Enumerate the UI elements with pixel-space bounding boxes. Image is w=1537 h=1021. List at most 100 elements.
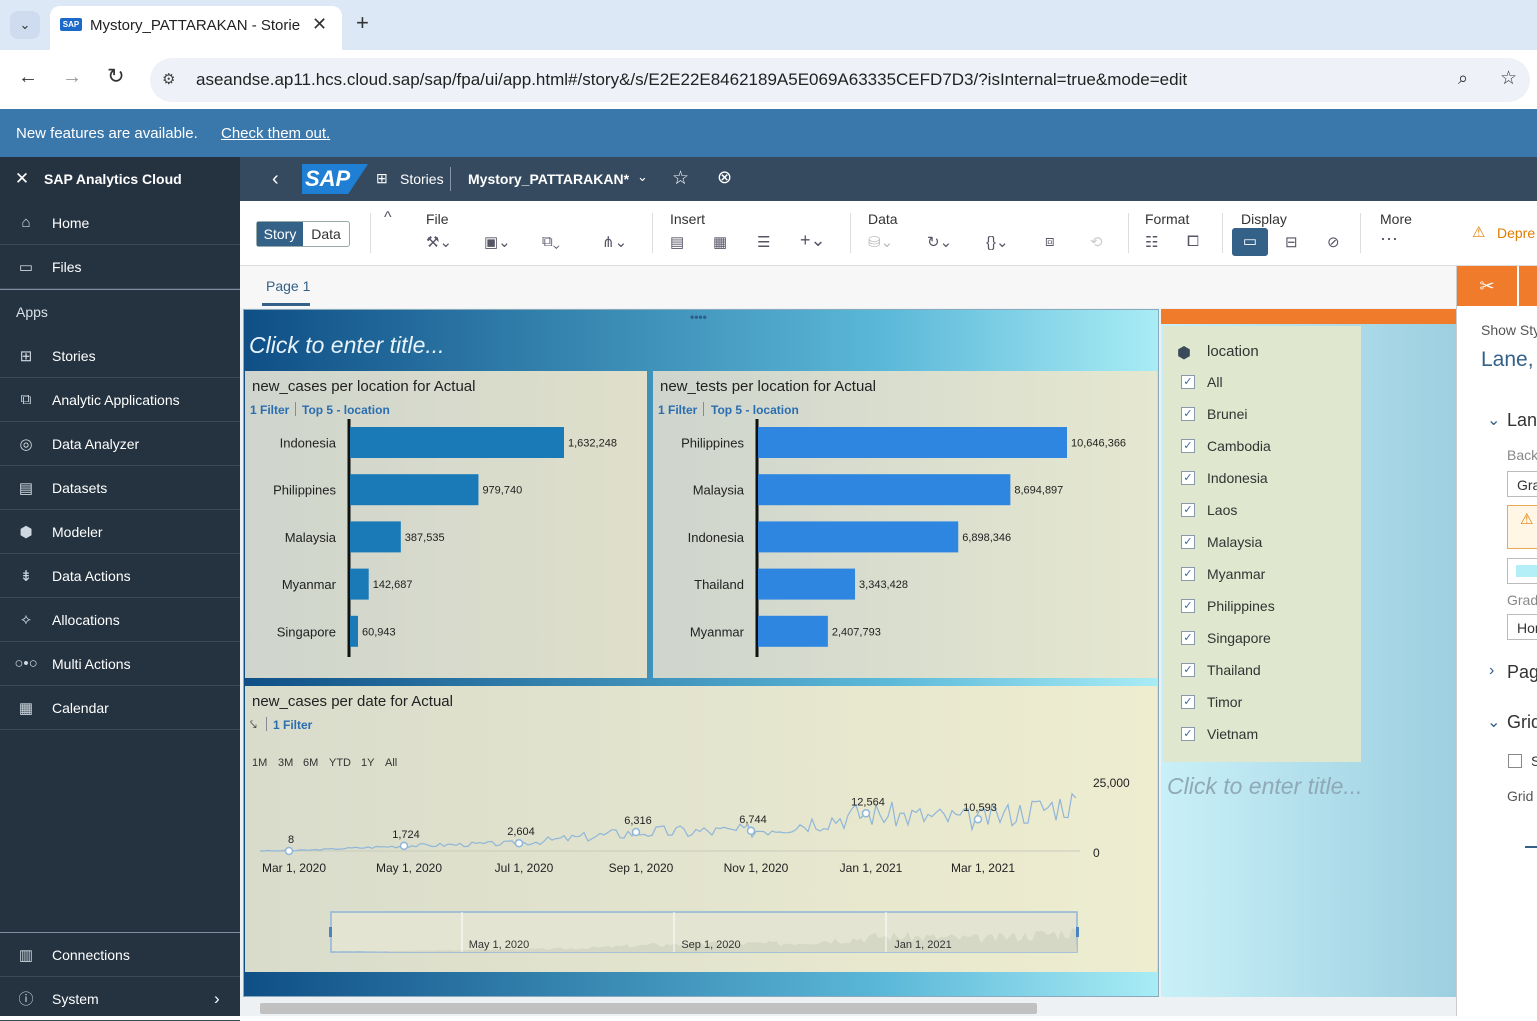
bar[interactable] — [350, 427, 564, 458]
gradient-color-picker[interactable] — [1507, 558, 1537, 584]
sidebar-item-files[interactable]: ▭ Files — [0, 245, 240, 289]
sidebar-item-modeler[interactable]: ⬢ Modeler — [0, 510, 240, 554]
filter-checkbox[interactable]: ✓ — [1181, 503, 1195, 517]
insert-add-icon[interactable]: +⌄ — [800, 230, 826, 251]
data-point[interactable] — [746, 826, 756, 836]
page-tab[interactable]: Page 1 — [266, 278, 310, 294]
history-icon[interactable]: ⟲ — [1090, 233, 1103, 251]
display-layout-icon[interactable]: ⊟ — [1285, 233, 1298, 251]
range-button-1y[interactable]: 1Y — [361, 757, 374, 769]
filter-checkbox[interactable]: ✓ — [1181, 439, 1195, 453]
tools-icon[interactable]: ⚒⌄ — [426, 233, 452, 251]
save-icon[interactable]: ▣⌄ — [484, 233, 511, 251]
filter-checkbox[interactable]: ✓ — [1181, 599, 1195, 613]
insert-table-icon[interactable]: ▦ — [713, 233, 727, 251]
data-point[interactable] — [514, 838, 524, 848]
data-point[interactable] — [861, 809, 871, 818]
lane-section-label[interactable]: Lan — [1507, 410, 1537, 431]
sidebar-item-multi-actions[interactable]: ○•○ Multi Actions — [0, 642, 240, 686]
story-name[interactable]: Mystory_PATTARAKAN* — [468, 171, 629, 187]
zoom-icon[interactable]: ⌕ — [1458, 68, 1468, 89]
filter-checkbox[interactable]: ✓ — [1181, 407, 1195, 421]
refresh-icon[interactable]: ↻⌄ — [927, 233, 952, 251]
bookmark-star-icon[interactable]: ☆ — [1500, 67, 1517, 90]
range-button-1m[interactable]: 1M — [252, 757, 267, 769]
insert-control-icon[interactable]: ☰ — [757, 233, 770, 251]
chart1-topn-chip[interactable]: Top 5 - location — [302, 403, 390, 417]
second-title-placeholder[interactable]: Click to enter title... — [1167, 773, 1363, 800]
story-menu-chevron-icon[interactable]: ⌄ — [637, 169, 648, 185]
close-nav-icon[interactable]: ✕ — [0, 169, 44, 189]
bar[interactable] — [758, 427, 1067, 458]
filter-checkbox[interactable]: ✓ — [1181, 567, 1195, 581]
close-tab-icon[interactable]: ✕ — [312, 14, 327, 35]
page-section-label[interactable]: Pag — [1507, 662, 1537, 683]
grid-section-label[interactable]: Grid — [1507, 712, 1537, 733]
chart1-filter-chip[interactable]: 1 Filter — [250, 403, 289, 417]
sidebar-item-data-actions[interactable]: ⇟ Data Actions — [0, 554, 240, 598]
data-toggle-button[interactable]: Data — [303, 222, 349, 246]
sidebar-item-stories[interactable]: ⊞ Stories — [0, 334, 240, 378]
bar[interactable] — [758, 474, 1011, 506]
range-button-all[interactable]: All — [385, 757, 397, 769]
data-point[interactable] — [399, 841, 409, 851]
main-title-placeholder[interactable]: Click to enter title... — [249, 332, 445, 359]
grid-expand-icon[interactable]: ⌄ — [1487, 712, 1500, 732]
horizontal-scrollbar[interactable] — [240, 1001, 1456, 1016]
browser-tab[interactable]: SAP Mystory_PATTARAKAN - Stories ✕ — [50, 6, 342, 50]
sidebar-item-datasets[interactable]: ▤ Datasets — [0, 466, 240, 510]
data-point[interactable] — [631, 827, 641, 837]
format-styling-icon[interactable]: ☷ — [1145, 233, 1158, 251]
sidebar-item-data-analyzer[interactable]: ◎ Data Analyzer — [0, 422, 240, 466]
more-icon[interactable]: ⋯ — [1380, 229, 1398, 250]
range-button-3m[interactable]: 3M — [278, 757, 293, 769]
range-button-ytd[interactable]: YTD — [329, 757, 351, 769]
data-point[interactable] — [284, 846, 294, 856]
display-comment-icon[interactable]: ▭ — [1232, 228, 1268, 256]
sidebar-item-analytic-applications[interactable]: ⧉ Analytic Applications — [0, 378, 240, 422]
chart-new-cases-per-date[interactable]: new_cases per date for Actual ⤥ 1 Filter… — [245, 686, 1157, 972]
scrollbar-thumb[interactable] — [260, 1003, 1037, 1014]
collapse-toolbar-icon[interactable]: ^ — [384, 209, 392, 227]
favorite-star-icon[interactable]: ☆ — [672, 167, 689, 190]
sap-logo[interactable]: SAP — [302, 164, 368, 194]
address-bar[interactable]: ⚙ aseandse.ap11.hcs.cloud.sap/sap/fpa/ui… — [150, 58, 1530, 102]
format-device-icon[interactable]: ⧠ — [1187, 233, 1199, 250]
gradient-direction-select[interactable]: Hor — [1507, 614, 1537, 640]
sidebar-item-allocations[interactable]: ⟡ Allocations — [0, 598, 240, 642]
bar[interactable] — [758, 568, 856, 600]
filter-checkbox[interactable]: ✓ — [1181, 375, 1195, 389]
formula-icon[interactable]: {}⌄ — [986, 233, 1009, 251]
chart2-topn-chip[interactable]: Top 5 - location — [711, 403, 799, 417]
forward-icon[interactable]: → — [62, 66, 82, 89]
close-story-icon[interactable]: ⊗ — [717, 167, 732, 188]
show-grid-checkbox[interactable] — [1508, 754, 1522, 768]
site-info-icon[interactable]: ⚙ — [162, 70, 175, 88]
filter-checkbox[interactable]: ✓ — [1181, 631, 1195, 645]
bar[interactable] — [350, 474, 479, 506]
new-tab-icon[interactable]: + — [356, 10, 369, 36]
sidebar-item-home[interactable]: ⌂ Home — [0, 201, 240, 245]
display-explore-icon[interactable]: ⊘ — [1327, 233, 1340, 251]
share-icon[interactable]: ⋔⌄ — [602, 233, 627, 251]
range-button-6m[interactable]: 6M — [303, 757, 318, 769]
reload-icon[interactable]: ↻ — [107, 64, 125, 89]
navigator-left-handle[interactable] — [329, 927, 332, 937]
lane-expand-icon[interactable]: ⌄ — [1487, 410, 1500, 430]
filter-checkbox[interactable]: ✓ — [1181, 695, 1195, 709]
bar[interactable] — [350, 615, 358, 647]
filter-checkbox[interactable]: ✓ — [1181, 535, 1195, 549]
chart-new-tests-per-location[interactable]: new_tests per location for Actual 1 Filt… — [653, 371, 1157, 678]
background-type-select[interactable]: Gra — [1507, 471, 1537, 497]
copy-icon[interactable]: ⧉⌄ — [542, 233, 560, 250]
story-toggle-button[interactable]: Story — [257, 222, 303, 246]
chart-new-cases-per-location[interactable]: new_cases per location for Actual 1 Filt… — [245, 371, 647, 678]
page-expand-icon[interactable]: › — [1489, 662, 1494, 680]
tab-list-chevron-icon[interactable]: ⌄ — [10, 11, 40, 39]
navigator-right-handle[interactable] — [1076, 927, 1079, 937]
data-source-icon[interactable]: ⛁⌄ — [868, 233, 893, 251]
insert-chart-icon[interactable]: ▤ — [670, 233, 684, 251]
sidebar-item-system[interactable]: ⓘ System — [0, 977, 240, 1021]
chart3-filter-chip[interactable]: 1 Filter — [273, 718, 312, 732]
bar[interactable] — [758, 615, 828, 647]
